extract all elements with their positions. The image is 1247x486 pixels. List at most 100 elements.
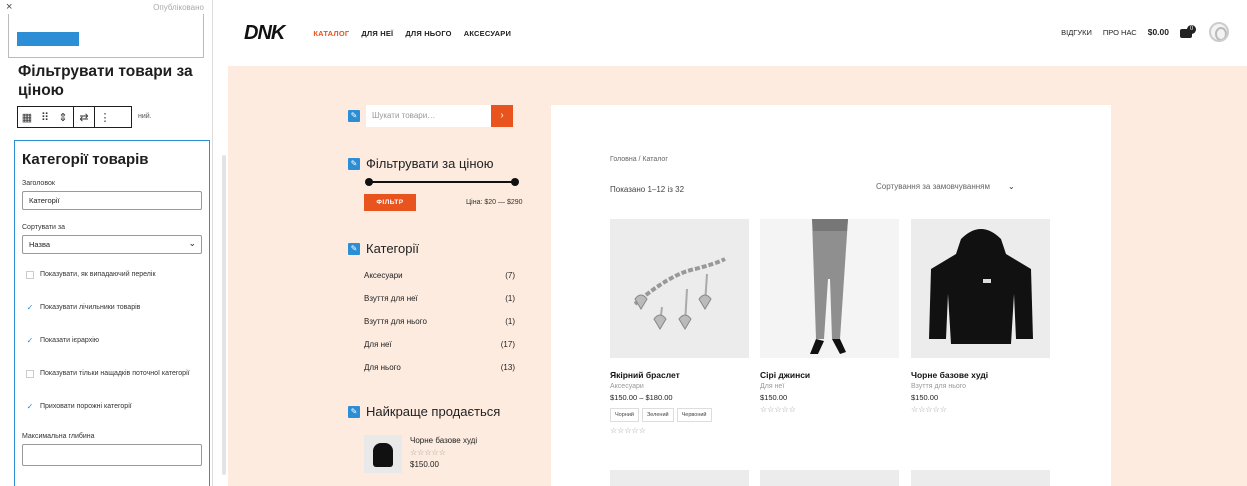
title-label: Заголовок xyxy=(22,180,55,187)
list-item[interactable]: Взуття для нього (1) xyxy=(364,317,515,340)
category-count: (17) xyxy=(500,340,515,349)
checkmark-icon[interactable]: ✓ xyxy=(26,304,34,312)
block-edit-icon[interactable]: ✎ xyxy=(348,242,360,255)
sort-select[interactable]: Назва ⌄ xyxy=(22,235,202,254)
list-item[interactable]: Взуття для неї (1) xyxy=(364,294,515,317)
site-logo[interactable]: DNK xyxy=(244,22,285,45)
rating-stars: ☆☆☆☆☆ xyxy=(911,405,947,414)
list-item[interactable]: Аксесуари (7) xyxy=(364,271,515,294)
slider-min-handle[interactable] xyxy=(365,178,373,186)
tag-red[interactable]: Червоний xyxy=(676,408,712,422)
best-seller-item[interactable]: Чорне базове худі ☆☆☆☆☆ $150.00 xyxy=(364,435,477,473)
price-slider[interactable] xyxy=(365,178,519,186)
depth-input[interactable] xyxy=(22,444,202,466)
product-card-next[interactable] xyxy=(911,470,1050,486)
product-image[interactable] xyxy=(911,219,1050,358)
sort-dropdown[interactable]: Сортування за замовчуванням ⌄ xyxy=(876,182,1015,191)
nav-for-him[interactable]: ДЛЯ НЬОГО xyxy=(405,29,451,38)
option-children-only[interactable]: Показувати тільки нащадків поточної кате… xyxy=(22,367,202,381)
filter-button[interactable]: ФІЛЬТР xyxy=(364,194,416,211)
block-edit-icon[interactable]: ✎ xyxy=(348,110,360,122)
toolbar-tail-text: ний. xyxy=(138,113,152,120)
jeans-image xyxy=(810,219,848,354)
option-hide-empty[interactable]: ✓ Приховати порожні категорії xyxy=(22,400,202,414)
product-card[interactable]: Чорне базове худі Взуття для нього $150.… xyxy=(911,219,1050,414)
toolbar-divider xyxy=(73,106,74,128)
close-icon[interactable]: × xyxy=(6,1,12,13)
catalog-card: Головна / Каталог Показано 1–12 із 32 Со… xyxy=(551,105,1111,486)
calendar-icon[interactable]: ▦ xyxy=(18,111,36,124)
sort-label: Сортувати за xyxy=(22,224,66,231)
search-button[interactable]: › xyxy=(491,105,513,127)
best-seller-name[interactable]: Чорне базове худі xyxy=(410,435,477,447)
price-filter-title: Фільтрувати за ціною xyxy=(366,156,494,172)
product-image[interactable] xyxy=(610,219,749,358)
product-category[interactable]: Для неї xyxy=(760,383,899,390)
product-image[interactable] xyxy=(760,219,899,358)
tag-green[interactable]: Зелений xyxy=(641,408,674,422)
more-options-icon[interactable]: ⋮ xyxy=(96,111,114,124)
checkmark-icon[interactable]: ✓ xyxy=(26,337,34,345)
product-category[interactable]: Аксесуари xyxy=(610,383,749,390)
price-range-text: Ціна: $20 — $290 xyxy=(466,199,523,206)
block-edit-icon[interactable]: ✎ xyxy=(348,157,360,170)
list-item[interactable]: Для неї (17) xyxy=(364,340,515,363)
nav-about[interactable]: ПРО НАС xyxy=(1103,28,1137,37)
product-price: $150.00 xyxy=(760,393,788,402)
block-edit-icon[interactable]: ✎ xyxy=(348,405,360,418)
option-counts[interactable]: ✓ Показувати лічильники товарів xyxy=(22,301,202,315)
breadcrumb[interactable]: Головна / Каталог xyxy=(610,156,668,163)
previous-block[interactable] xyxy=(8,14,204,58)
drag-handle-icon[interactable]: ⠿ xyxy=(36,111,54,124)
checkmark-icon[interactable]: ✓ xyxy=(26,403,34,411)
option-label: Показати ієрархію xyxy=(40,337,99,344)
option-dropdown[interactable]: Показувати, як випадаючий перелік xyxy=(22,268,202,282)
product-card[interactable]: Якірний браслет Аксесуари $150.00 – $180… xyxy=(610,219,749,435)
preview-button[interactable] xyxy=(17,32,79,46)
product-price: $150.00 – $180.00 xyxy=(610,393,673,402)
avatar[interactable] xyxy=(1209,22,1229,42)
product-thumbnail[interactable] xyxy=(364,435,402,473)
checkbox[interactable] xyxy=(26,271,34,279)
product-name[interactable]: Сірі джинси xyxy=(760,370,899,380)
price-filter-title-row: ✎ Фільтрувати за ціною xyxy=(348,155,493,171)
title-input[interactable]: Категорії xyxy=(22,191,202,210)
slider-max-handle[interactable] xyxy=(511,178,519,186)
product-search: ✎ Шукати товари… › xyxy=(348,105,513,127)
rating-stars: ☆☆☆☆☆ xyxy=(760,405,796,414)
cart-icon[interactable]: 0 xyxy=(1180,25,1198,39)
category-block[interactable]: Категорії товарів Заголовок Категорії Со… xyxy=(14,140,210,486)
search-input[interactable]: Шукати товари… xyxy=(366,105,491,127)
list-item[interactable]: Для нього (13) xyxy=(364,363,515,386)
best-seller-price: $150.00 xyxy=(410,460,439,469)
move-arrows-icon[interactable]: ⇕ xyxy=(54,111,72,124)
checkbox[interactable] xyxy=(26,370,34,378)
filter-block-heading[interactable]: Фільтрувати товари за ціною xyxy=(18,62,204,100)
category-count: (7) xyxy=(505,271,515,280)
nav-reviews[interactable]: ВІДГУКИ xyxy=(1061,28,1092,37)
chevron-down-icon: ⌄ xyxy=(1008,182,1015,191)
nav-for-her[interactable]: ДЛЯ НЕЇ xyxy=(361,29,393,38)
site-header: DNK КАТАЛОГ ДЛЯ НЕЇ ДЛЯ НЬОГО АКСЕСУАРИ … xyxy=(228,0,1247,66)
nav-catalog[interactable]: КАТАЛОГ xyxy=(313,29,349,38)
rating-stars: ☆☆☆☆☆ xyxy=(610,426,646,435)
product-card-next[interactable] xyxy=(610,470,749,486)
nav-accessories[interactable]: АКСЕСУАРИ xyxy=(464,29,511,38)
option-label: Приховати порожні категорії xyxy=(40,403,132,410)
product-category[interactable]: Взуття для нього xyxy=(911,383,1050,390)
product-name[interactable]: Якірний браслет xyxy=(610,370,749,380)
best-sellers-title: Найкраще продається xyxy=(366,404,501,420)
option-hierarchy[interactable]: ✓ Показати ієрархію xyxy=(22,334,202,348)
toolbar-divider xyxy=(94,106,95,128)
category-name: Для неї xyxy=(364,340,392,349)
rating-stars: ☆☆☆☆☆ xyxy=(410,448,446,457)
category-count: (1) xyxy=(505,294,515,303)
product-card-next[interactable] xyxy=(760,470,899,486)
cart-total[interactable]: $0.00 xyxy=(1148,27,1169,37)
scrollbar[interactable] xyxy=(222,155,226,475)
tag-black[interactable]: Чорний xyxy=(610,408,639,422)
transform-icon[interactable]: ⇄ xyxy=(75,111,93,124)
product-card[interactable]: Сірі джинси Для неї $150.00 ☆☆☆☆☆ xyxy=(760,219,899,414)
product-name[interactable]: Чорне базове худі xyxy=(911,370,1050,380)
category-list: Аксесуари (7) Взуття для неї (1) Взуття дл… xyxy=(364,271,515,386)
